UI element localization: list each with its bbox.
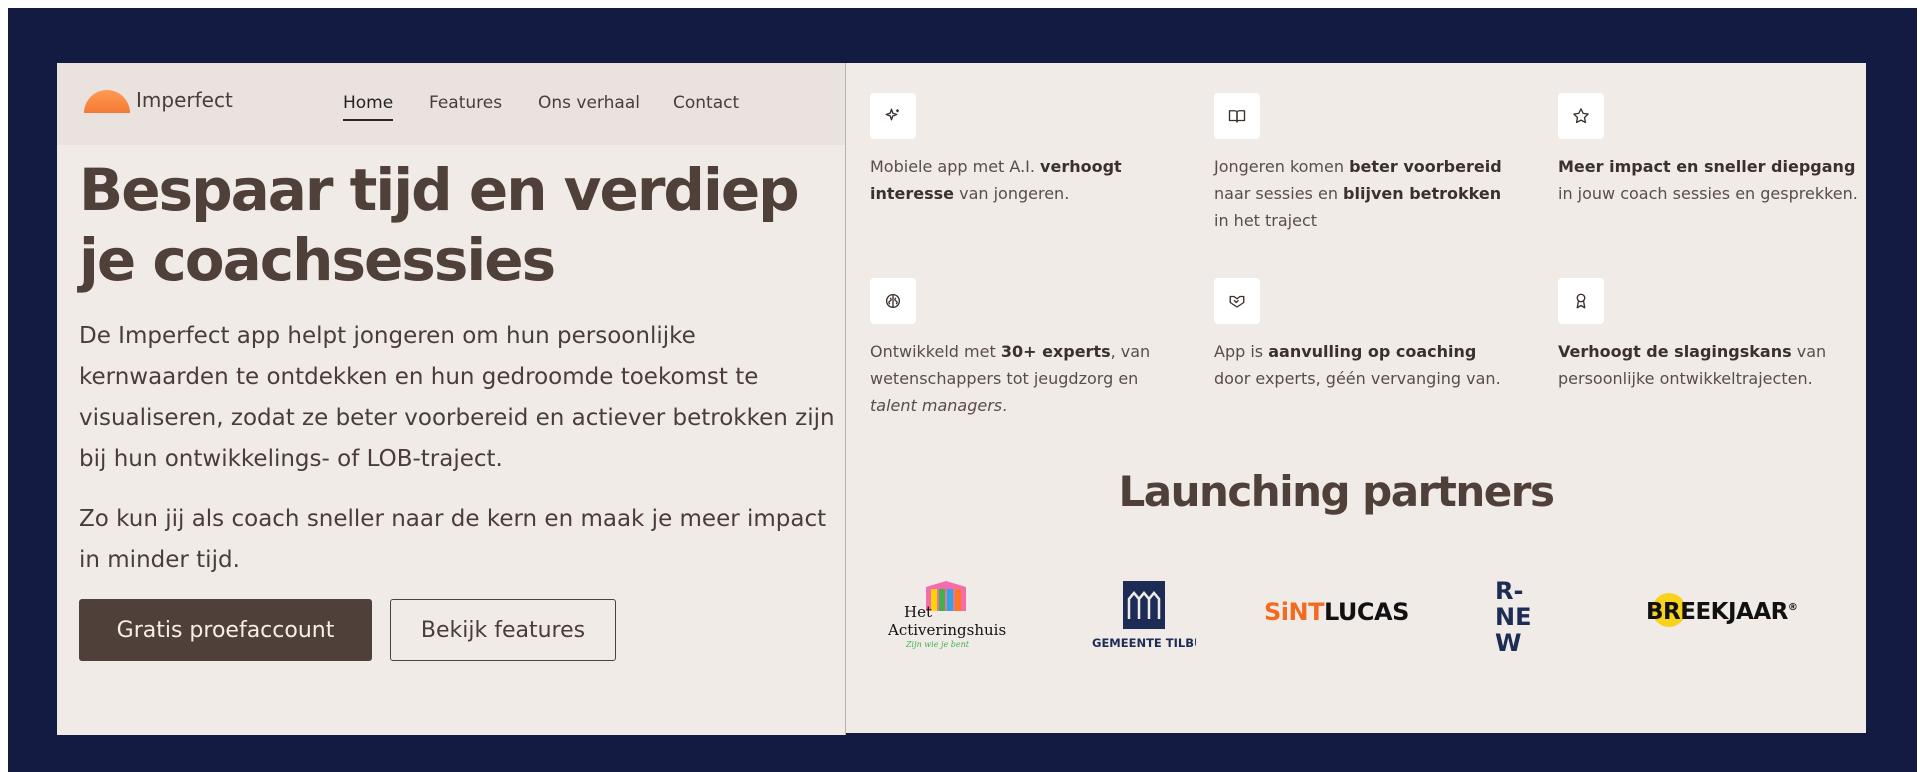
- feature-impact: Meer impact en sneller diepgang in jouw …: [1558, 93, 1858, 207]
- brain-icon: [870, 278, 916, 324]
- free-trial-button[interactable]: Gratis proefaccount: [79, 599, 372, 661]
- features-panel: Mobiele app met A.I. verhoogt interesse …: [846, 63, 1866, 733]
- feature-text: Ontwikkeld met 30+ experts, van wetensch…: [870, 342, 1151, 415]
- handshake-icon: [1214, 278, 1260, 324]
- hero-title-line-2: je coachsessies: [79, 226, 556, 294]
- partner-logo-sintlucas: SiNTLUCAS: [1264, 598, 1409, 626]
- feature-experts: Ontwikkeld met 30+ experts, van wetensch…: [870, 278, 1170, 419]
- feature-complement: App is aanvulling op coaching door exper…: [1214, 278, 1514, 392]
- partners-title: Launching partners: [1118, 467, 1555, 516]
- navbar: Imperfect Home Features Ons verhaal Cont…: [57, 63, 845, 145]
- hero-title: Bespaar tijd en verdiep je coachsessies: [79, 155, 819, 295]
- activeringshuis-tagline: Zijn wie je bent: [905, 640, 970, 649]
- feature-prepared: Jongeren komen beter voorbereid naar ses…: [1214, 93, 1514, 234]
- activeringshuis-line-2: Activeringshuis: [887, 621, 1006, 639]
- svg-text:W: W: [1495, 629, 1521, 653]
- hero-title-line-1: Bespaar tijd en verdiep: [79, 156, 800, 224]
- partner-logo-tilburg: GEMEENTE TILBURG: [1091, 581, 1222, 651]
- feature-ai-app: Mobiele app met A.I. verhoogt interesse …: [870, 93, 1170, 207]
- book-open-icon: [1214, 93, 1260, 139]
- nav-home[interactable]: Home: [343, 93, 393, 113]
- feature-text: Mobiele app met A.I. verhoogt interesse …: [870, 157, 1122, 203]
- nav-ons-verhaal[interactable]: Ons verhaal: [538, 93, 640, 113]
- star-icon: [1558, 93, 1604, 139]
- hero-panel: Imperfect Home Features Ons verhaal Cont…: [57, 63, 845, 735]
- nav-features[interactable]: Features: [429, 93, 502, 113]
- partner-logo-renew: R- NE W: [1493, 575, 1533, 657]
- nav-contact[interactable]: Contact: [673, 93, 739, 113]
- activeringshuis-line-1: Het: [904, 603, 932, 621]
- feature-text: App is aanvulling op coaching door exper…: [1214, 342, 1501, 388]
- feature-text: Meer impact en sneller diepgang in jouw …: [1558, 157, 1858, 203]
- hero-description: De Imperfect app helpt jongeren om hun p…: [79, 323, 835, 472]
- sparkles-icon: [870, 93, 916, 139]
- svg-text:R-: R-: [1495, 577, 1523, 605]
- feature-text: Verhoogt de slagingskans van persoonlijk…: [1558, 342, 1827, 388]
- brand-name[interactable]: Imperfect: [136, 88, 233, 112]
- tilburg-label: GEMEENTE TILBURG: [1092, 636, 1196, 650]
- partner-logo-activeringshuis: Het Activeringshuis Zijn wie je bent: [886, 581, 1006, 653]
- view-features-button[interactable]: Bekijk features: [390, 599, 616, 661]
- hero-subtext: Zo kun jij als coach sneller naar de ker…: [79, 506, 827, 573]
- logo-sun-icon[interactable]: [84, 90, 130, 113]
- feature-text: Jongeren komen beter voorbereid naar ses…: [1214, 157, 1502, 230]
- partner-logo-breekjaar: BREEKJAAR®: [1646, 593, 1798, 627]
- feature-success-rate: Verhoogt de slagingskans van persoonlijk…: [1558, 278, 1858, 392]
- svg-text:NE: NE: [1495, 603, 1531, 631]
- nav-active-indicator: [343, 119, 393, 121]
- award-icon: [1558, 278, 1604, 324]
